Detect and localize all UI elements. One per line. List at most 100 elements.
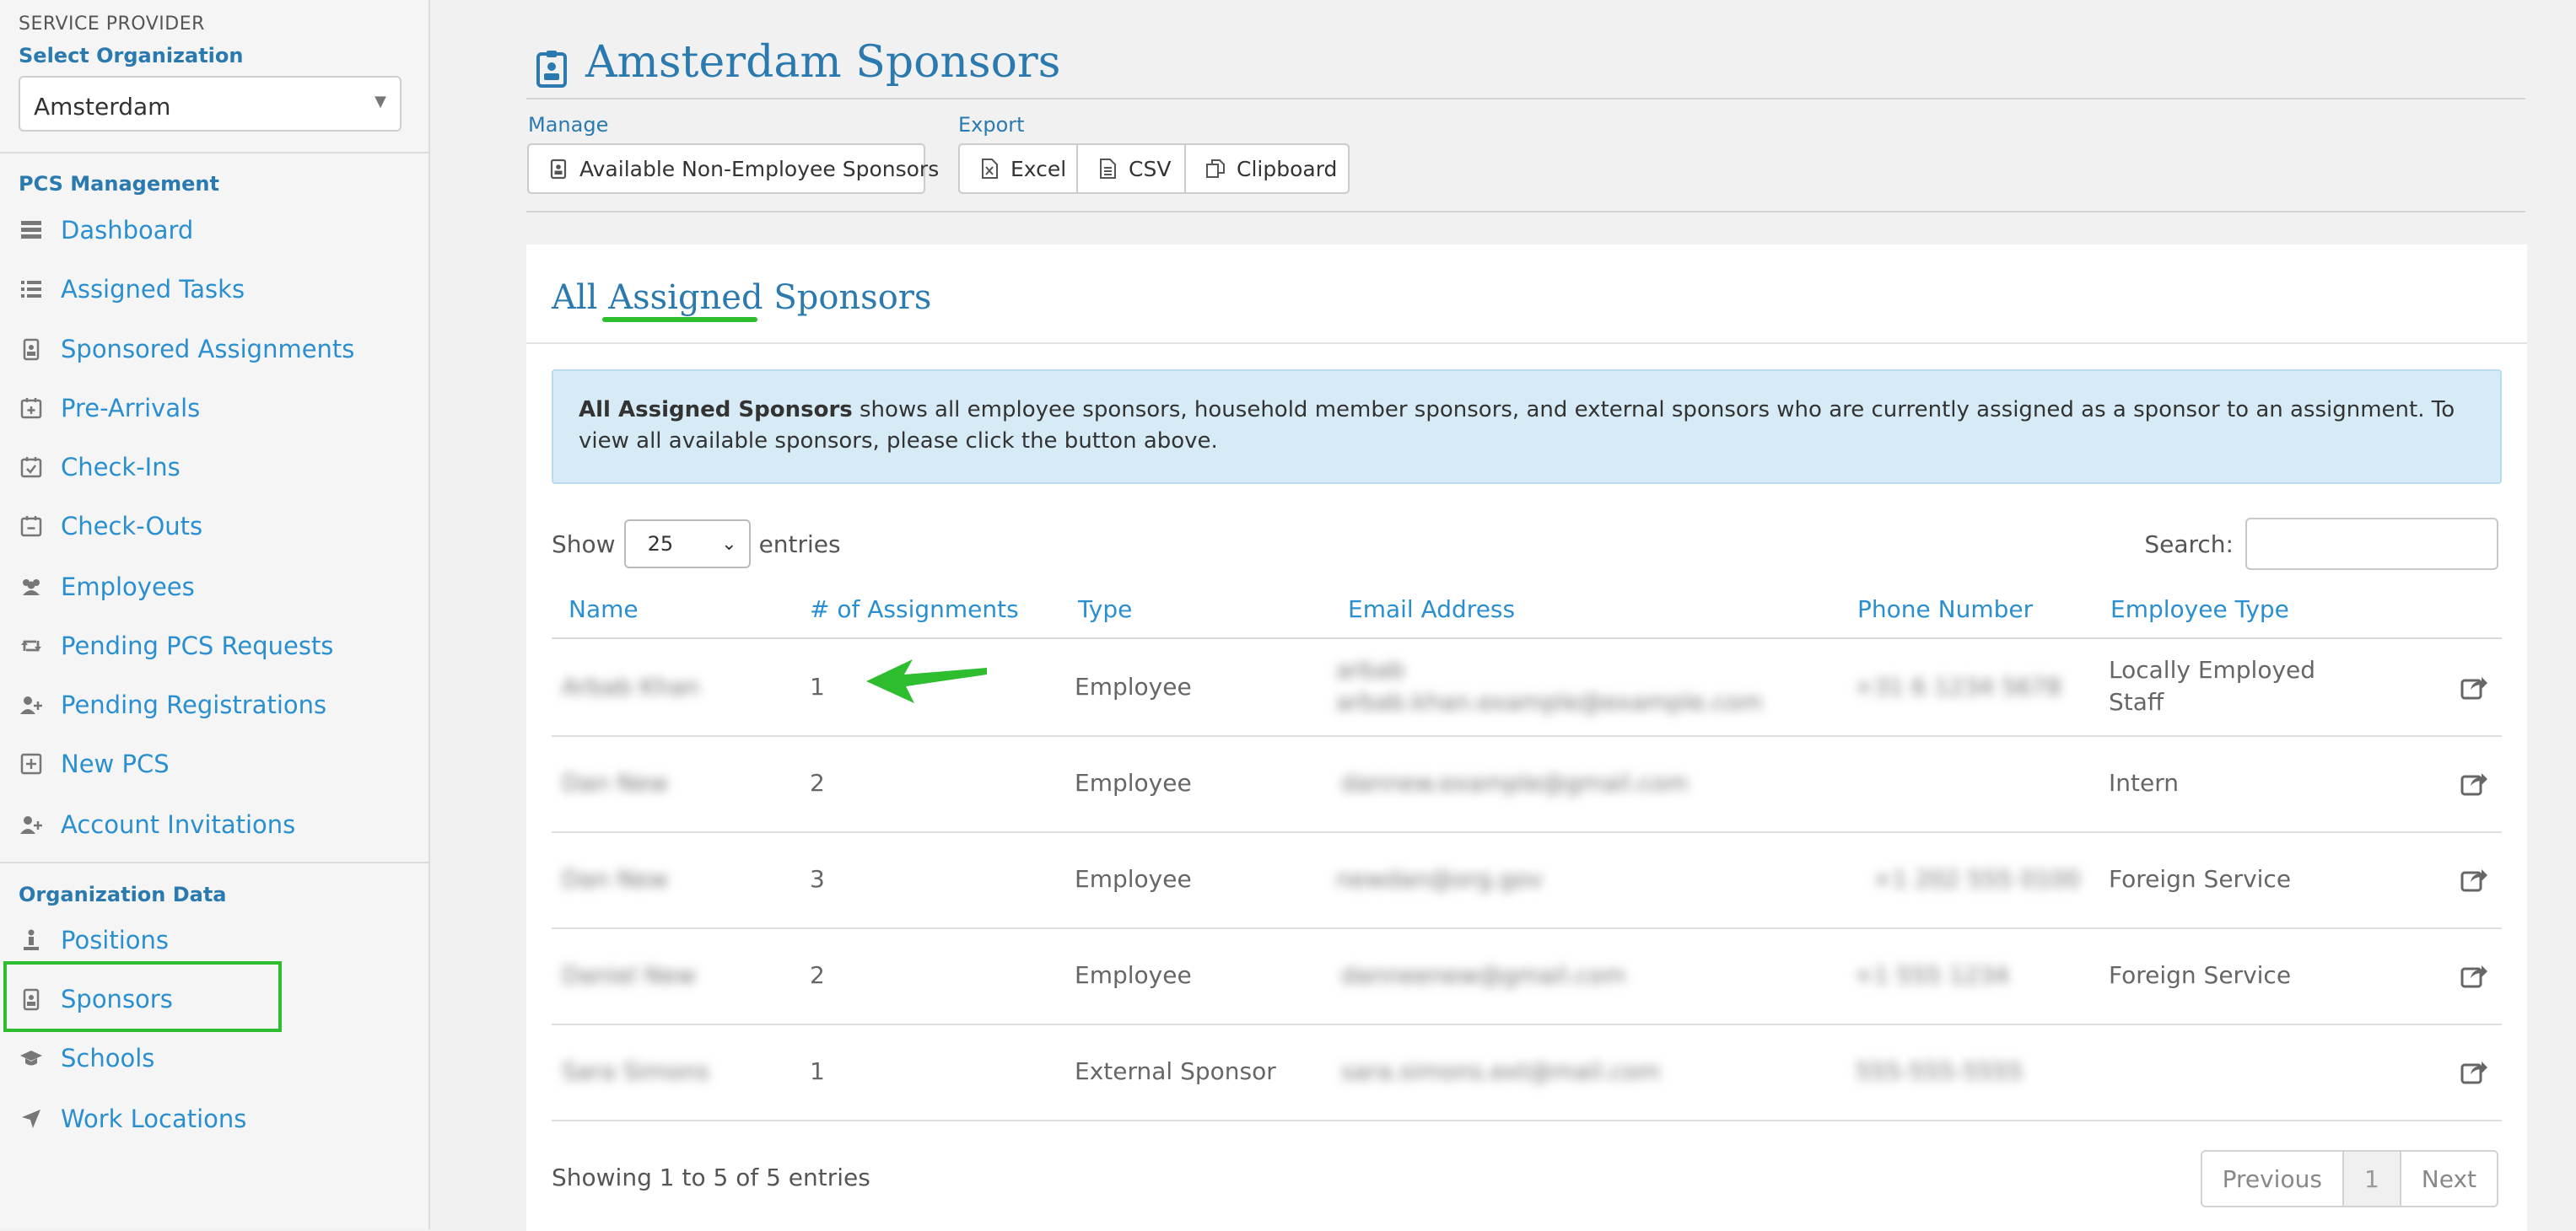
sidebar-item-schools[interactable]: Schools [19,1037,407,1079]
highlight-underline [602,317,757,322]
employee-type: Foreign Service [2109,961,2292,989]
sponsor-name: Dan New [562,865,669,893]
table-row: Arbab Khan 1 Employee arbab arbab.khan.e… [552,639,2502,737]
panel-title-prefix: All [552,278,598,317]
column-header-name[interactable]: Name [569,595,639,623]
sponsor-phone: 555-555-5555 [1856,1057,2024,1085]
employee-type: Locally Employed [2109,656,2316,684]
caret-down-icon: ▼ [375,93,386,110]
employee-type-continued: Staff [2109,688,2164,716]
pagination: Previous 1 Next [2200,1150,2498,1207]
sponsor-email-continued: arbab.khan.example@example.com [1336,688,1763,716]
sidebar-item-assigned-tasks[interactable]: Assigned Tasks [19,268,407,310]
assignment-count: 1 [810,673,825,701]
share-icon[interactable] [2460,961,2488,990]
sidebar-divider [0,152,428,153]
calendar-plus-icon [19,395,44,421]
table-info: Showing 1 to 5 of 5 entries [552,1164,870,1191]
badge-icon [547,158,569,180]
location-arrow-icon [19,1106,44,1132]
toolbar-divider [526,211,2525,212]
organization-select[interactable]: Amsterdam ▼ [19,76,401,132]
column-header-employee-type[interactable]: Employee Type [2110,595,2289,623]
sidebar-item-positions[interactable]: Positions [19,919,407,961]
sidebar-item-account-invitations[interactable]: Account Invitations [19,804,407,846]
entries-per-page-value: 25 [647,532,674,556]
column-header-email[interactable]: Email Address [1348,595,1515,623]
sidebar-item-new-pcs[interactable]: New PCS [19,743,407,785]
sidebar-item-label: New PCS [61,750,170,778]
sidebar-item-label: Pre-Arrivals [61,394,201,422]
service-provider-label: SERVICE PROVIDER [19,13,205,35]
sidebar-item-label: Sponsored Assignments [61,335,355,363]
next-page-button[interactable]: Next [2401,1152,2497,1206]
sidebar-item-label: Check-Outs [61,512,203,540]
export-clipboard-button[interactable]: Clipboard [1184,143,1350,194]
sidebar-item-pending-pcs-requests[interactable]: Pending PCS Requests [19,625,407,667]
page-title: Amsterdam Sponsors [585,37,1061,88]
share-icon[interactable] [2460,1057,2488,1086]
file-excel-icon [978,158,1000,180]
sponsor-type: Employee [1075,673,1192,701]
table-row: Daniel New 2 Employee danneenew@gmail.co… [552,927,2502,1025]
user-plus-icon [19,692,44,718]
button-label: Available Non-Employee Sponsors [579,156,940,181]
sidebar-item-label: Positions [61,926,170,954]
sponsor-type: External Sponsor [1075,1057,1276,1085]
sidebar-item-work-locations[interactable]: Work Locations [19,1098,407,1140]
assignment-count: 3 [810,865,825,893]
column-header-assignments[interactable]: # of Assignments [810,595,1019,623]
assignment-count: 1 [810,1057,825,1085]
search-input[interactable] [2245,518,2498,570]
table-row: Dan New 2 Employee dannew.example@gmail.… [552,735,2502,833]
sidebar-item-label: Work Locations [61,1105,247,1133]
sponsor-email: sara.simons.ext@mail.com [1341,1057,1661,1085]
organization-select-value: Amsterdam [34,93,171,121]
export-excel-button[interactable]: Excel [958,143,1078,194]
button-label: Excel [1010,156,1067,181]
sidebar-item-label: Pending PCS Requests [61,632,334,660]
panel-divider [526,342,2527,344]
panel-title-highlight: Assigned [608,278,763,317]
sidebar-item-check-ins[interactable]: Check-Ins [19,446,407,488]
sidebar-item-label: Employees [61,572,195,601]
sponsor-type: Employee [1075,769,1192,797]
sponsor-name: Dan New [562,769,669,797]
share-icon[interactable] [2460,769,2488,798]
plus-square-icon [19,751,44,777]
export-csv-button[interactable]: CSV [1076,143,1186,194]
sidebar-item-pre-arrivals[interactable]: Pre-Arrivals [19,387,407,429]
sidebar-item-label: Pending Registrations [61,691,327,719]
manage-group-label: Manage [528,113,609,137]
dashboard-icon [19,218,44,243]
share-icon[interactable] [2460,865,2488,894]
calendar-check-icon [19,454,44,480]
previous-page-button[interactable]: Previous [2201,1152,2344,1206]
sidebar-item-employees[interactable]: Employees [19,566,407,608]
section-pcs-management: PCS Management [19,172,219,196]
share-icon[interactable] [2460,673,2488,702]
badge-icon [19,336,44,362]
page-1-button[interactable]: 1 [2343,1152,2401,1206]
retweet-icon [19,633,44,659]
button-label: Clipboard [1237,156,1338,181]
sidebar-item-sponsored-assignments[interactable]: Sponsored Assignments [19,328,407,370]
sidebar-item-pending-registrations[interactable]: Pending Registrations [19,684,407,726]
entries-per-page-select[interactable]: 25 ⌄ [623,519,751,568]
sidebar-item-dashboard[interactable]: Dashboard [19,209,407,251]
column-header-phone[interactable]: Phone Number [1857,595,2033,623]
sponsor-email: danneenew@gmail.com [1341,961,1626,989]
sponsor-phone: +1 555 1234 [1854,961,2009,989]
title-divider [526,98,2525,99]
entries-length-control: Show 25 ⌄ entries [552,519,841,568]
file-text-icon [1097,158,1118,180]
sponsor-name: Arbab Khan [562,673,700,701]
users-icon [19,574,44,599]
assignment-count: 2 [810,769,825,797]
available-non-employee-sponsors-button[interactable]: Available Non-Employee Sponsors [527,143,939,194]
sidebar-item-check-outs[interactable]: Check-Outs [19,505,407,547]
sidebar-item-label: Dashboard [61,216,194,245]
assignment-count: 2 [810,961,825,989]
badge-icon [535,49,569,89]
column-header-type[interactable]: Type [1078,595,1132,623]
